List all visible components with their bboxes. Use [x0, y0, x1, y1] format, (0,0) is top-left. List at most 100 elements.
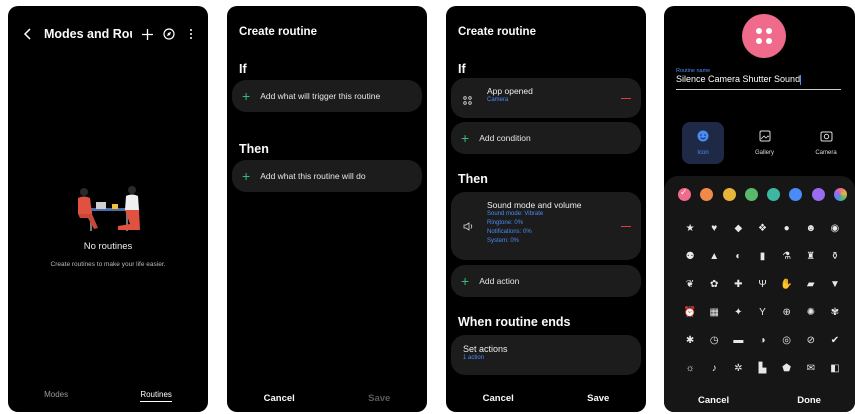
routine-icon-option[interactable]: ❖ [750, 222, 774, 236]
color-swatch[interactable] [833, 188, 847, 201]
image-icon [759, 130, 771, 144]
routine-icon-option[interactable]: ✲ [726, 362, 750, 376]
routine-icon-option[interactable]: ✦ [726, 306, 750, 320]
routine-icon-option[interactable]: ✾ [823, 306, 847, 320]
add-icon[interactable] [140, 27, 154, 41]
empty-state-subtitle: Create routines to make your life easier… [50, 261, 166, 268]
routine-icon-option[interactable]: ▲ [702, 250, 726, 264]
page-title: Create routine [458, 26, 536, 38]
routine-icon-option[interactable]: ◑ [750, 334, 774, 348]
remove-trigger-icon[interactable] [621, 98, 631, 100]
more-options-icon[interactable] [184, 27, 198, 41]
add-action-label: Add action [479, 276, 520, 286]
create-routine-filled-screen: Create routine If App opened Camera + Add… [446, 6, 646, 412]
routine-icon-option[interactable]: ☼ [678, 362, 702, 376]
routine-icon-option[interactable]: ▙ [750, 362, 774, 376]
color-swatch[interactable] [700, 188, 714, 201]
action-card[interactable]: Sound mode and volume Sound mode: Vibrat… [451, 192, 641, 260]
routine-icon-option[interactable]: ✿ [702, 278, 726, 292]
set-actions-title: Set actions [463, 344, 508, 354]
action-detail: System: 0% [487, 238, 520, 244]
routine-icon-option[interactable]: ◷ [702, 334, 726, 348]
color-swatch[interactable] [811, 188, 825, 201]
add-action-button[interactable]: + Add action [451, 265, 641, 297]
trigger-title: App opened [487, 86, 533, 96]
routine-icon-option[interactable]: ◆ [726, 222, 750, 236]
routine-icon-option[interactable]: ✺ [799, 306, 823, 320]
routine-avatar[interactable] [742, 14, 786, 58]
add-trigger-button[interactable]: + Add what will trigger this routine [232, 80, 422, 112]
routine-icon-option[interactable]: ⚗ [775, 250, 799, 264]
routine-icon-option[interactable]: ❦ [678, 278, 702, 292]
empty-state-title: No routines [83, 241, 133, 252]
add-condition-label: Add condition [479, 133, 531, 143]
routine-icon-option[interactable]: ⏰ [678, 306, 702, 320]
then-section-label: Then [458, 172, 488, 186]
action-title: Sound mode and volume [487, 200, 582, 210]
routine-icon-option[interactable]: ♥ [702, 222, 726, 236]
cancel-button[interactable]: Cancel [698, 395, 729, 406]
routine-icon-option[interactable]: ✋ [775, 278, 799, 292]
tab-gallery[interactable]: Gallery [744, 122, 786, 164]
routine-icon-option[interactable]: ☻ [799, 222, 823, 236]
if-section-label: If [239, 62, 247, 76]
routine-icon-option[interactable]: ◧ [823, 362, 847, 376]
page-title: Create routine [239, 26, 317, 38]
routine-icon-option[interactable]: ▮ [750, 250, 774, 264]
routine-icon-option[interactable]: ✱ [678, 334, 702, 348]
routine-icon-option[interactable]: ▦ [702, 306, 726, 320]
routine-icon-option[interactable]: ✔ [823, 334, 847, 348]
routine-name-input[interactable]: Silence Camera Shutter Sound [676, 74, 841, 90]
color-swatch[interactable] [678, 187, 691, 201]
add-condition-button[interactable]: + Add condition [451, 122, 641, 154]
tab-camera[interactable]: Camera [805, 122, 847, 164]
routine-icon-option[interactable]: ◎ [775, 334, 799, 348]
plus-icon: + [461, 273, 470, 289]
routine-icon-option[interactable]: ★ [678, 222, 702, 236]
set-actions-card[interactable]: Set actions 1 action [451, 335, 641, 375]
plus-icon: + [242, 168, 251, 184]
add-action-button[interactable]: + Add what this routine will do [232, 160, 422, 192]
tab-routines[interactable]: Routines [140, 390, 172, 402]
routines-list-screen: Modes and Rou... No routines Create rout… [8, 6, 208, 412]
back-icon[interactable] [20, 27, 34, 41]
tab-modes[interactable]: Modes [44, 390, 68, 402]
save-button[interactable]: Save [587, 393, 609, 404]
color-swatch[interactable] [744, 188, 758, 201]
routine-icon-option[interactable]: ◉ [823, 222, 847, 236]
routine-icon-option[interactable]: ♪ [702, 362, 726, 376]
cancel-button[interactable]: Cancel [264, 393, 295, 404]
set-actions-subtitle: 1 action [463, 355, 485, 361]
routine-icon-option[interactable]: ▰ [799, 278, 823, 292]
routine-icon-option[interactable]: ⊘ [799, 334, 823, 348]
camera-icon [820, 130, 833, 144]
compass-icon[interactable] [162, 27, 176, 41]
color-swatches [678, 187, 847, 201]
add-action-label: Add what this routine will do [260, 171, 366, 181]
trigger-card[interactable]: App opened Camera [451, 78, 641, 118]
routine-icon-option[interactable]: ● [775, 222, 799, 236]
plus-icon: + [461, 130, 470, 146]
color-swatch[interactable] [767, 188, 781, 201]
routine-icon-option[interactable]: ♜ [799, 250, 823, 264]
done-button[interactable]: Done [797, 395, 821, 406]
save-button[interactable]: Save [368, 393, 390, 404]
color-swatch[interactable] [789, 188, 803, 201]
cancel-button[interactable]: Cancel [483, 393, 514, 404]
tab-icon[interactable]: Icon [682, 122, 724, 164]
routine-icon-option[interactable]: ▬ [726, 334, 750, 348]
page-title: Modes and Rou... [44, 27, 132, 41]
color-swatch[interactable] [722, 188, 736, 201]
routine-icon-option[interactable]: ⚱ [823, 250, 847, 264]
action-detail: Ringtone: 0% [487, 220, 524, 226]
routine-icon-option[interactable]: ✚ [726, 278, 750, 292]
routine-icon-option[interactable]: ⊕ [775, 306, 799, 320]
routine-icon-option[interactable]: Ψ [750, 278, 774, 292]
routine-icon-option[interactable]: ⚉ [678, 250, 702, 264]
routine-icon-option[interactable]: ✉ [799, 362, 823, 376]
routine-icon-option[interactable]: ◐ [726, 250, 750, 264]
routine-icon-option[interactable]: ▼ [823, 278, 847, 292]
remove-action-icon[interactable] [621, 226, 631, 228]
routine-icon-option[interactable]: Y [750, 306, 774, 320]
routine-icon-option[interactable]: ⬟ [775, 362, 799, 376]
